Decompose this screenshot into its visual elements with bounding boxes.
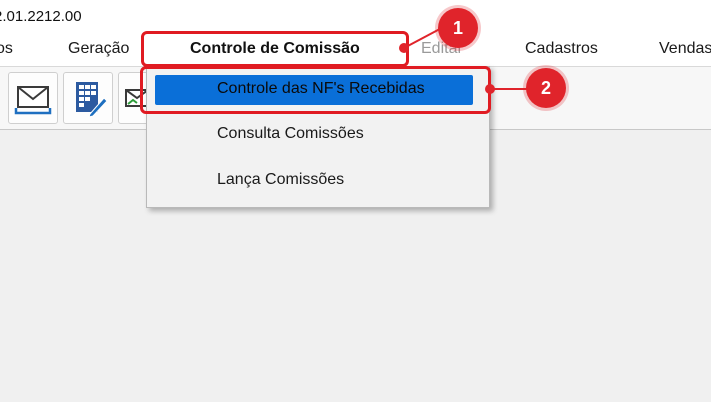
- menu-option-consulta-comissoes[interactable]: Consulta Comissões: [155, 120, 473, 150]
- toolbar-button-calculator[interactable]: [63, 72, 113, 124]
- highlight-box-menu: [141, 31, 409, 67]
- window-title: 2.01.2212.00: [0, 8, 82, 25]
- menu-item-prev[interactable]: os: [0, 40, 13, 58]
- annotation-badge-1: 1: [438, 8, 478, 48]
- menu-option-label: Lança Comissões: [217, 171, 345, 188]
- calculator-edit-icon: [76, 82, 108, 118]
- menu-item-geracao[interactable]: Geração: [68, 40, 129, 58]
- title-bar: 2.01.2212.00: [0, 0, 711, 34]
- menu-item-vendas[interactable]: Vendas: [659, 40, 711, 58]
- menu-option-label: Consulta Comissões: [217, 125, 364, 142]
- toolbar-button-email[interactable]: [8, 72, 58, 124]
- menu-item-cadastros[interactable]: Cadastros: [525, 40, 598, 58]
- annotation-badge-2: 2: [526, 68, 566, 108]
- envelope-icon: [14, 86, 52, 115]
- menu-option-lanca-comissoes[interactable]: Lança Comissões: [155, 166, 473, 196]
- connector-line-2: [490, 88, 528, 90]
- highlight-box-option: [140, 66, 491, 114]
